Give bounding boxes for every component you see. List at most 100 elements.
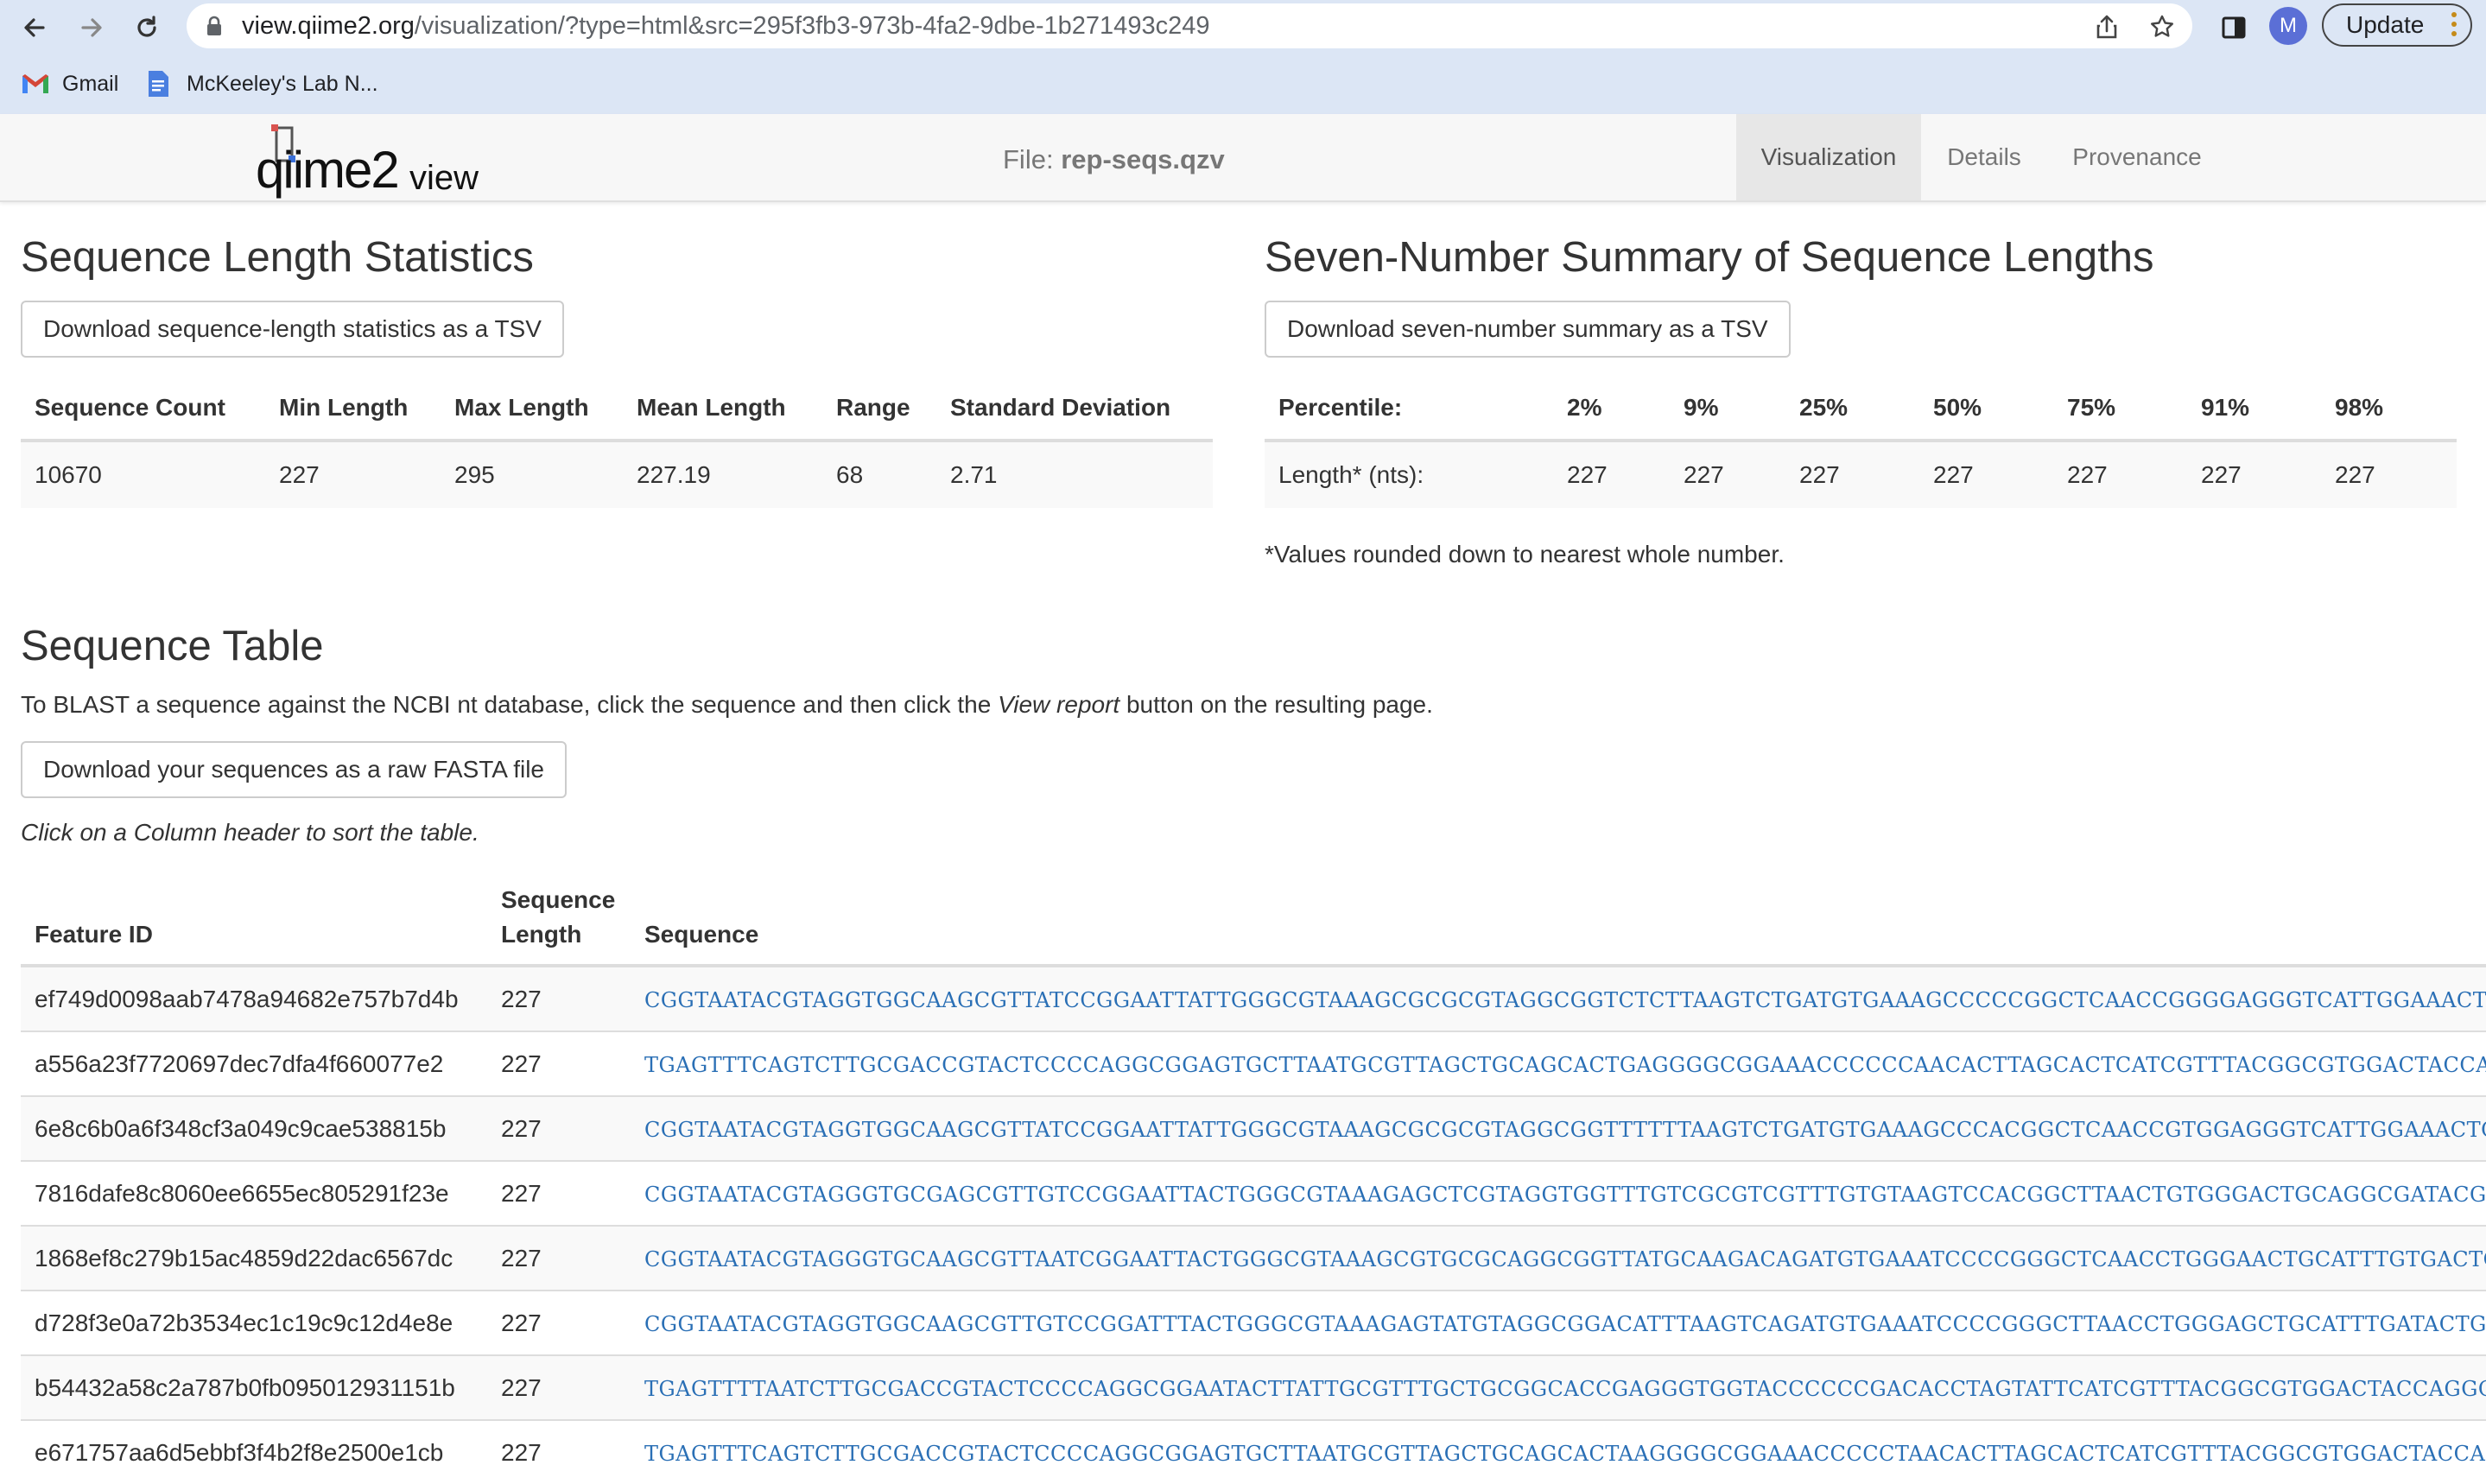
length-stats-value-row: 10670 227 295 227.19 68 2.71 <box>21 441 1213 508</box>
length-at-2: 227 <box>1553 441 1670 508</box>
bookmark-label: Gmail <box>62 71 119 96</box>
sequence-blast-link[interactable]: CGGTAATACGTAGGTGGCAAGCGTTATCCGGAATTATTGG… <box>644 1118 2486 1142</box>
length-stats-table: Sequence Count Min Length Max Length Mea… <box>21 377 1213 508</box>
header-max-length: Max Length <box>441 377 623 442</box>
bookmark-label: McKeeley's Lab N... <box>187 71 378 96</box>
sequence-cell: CGGTAATACGTAGGTGGCAAGCGTTATCCGGAATTATTGG… <box>631 1095 2486 1161</box>
percentile-25: 25% <box>1785 377 1919 442</box>
sequence-table-header-row: Feature ID Sequence Length Sequence <box>21 879 2486 967</box>
sequence-blast-link[interactable]: CGGTAATACGTAGGTGGCAAGCGTTGTCCGGATTTACTGG… <box>644 1312 2486 1336</box>
table-row: e671757aa6d5ebbf3f4b2f8e2500e1cb 227 TGA… <box>21 1419 2486 1484</box>
download-seven-number-button[interactable]: Download seven-number summary as a TSV <box>1265 301 1791 358</box>
download-fasta-button[interactable]: Download your sequences as a raw FASTA f… <box>21 741 568 798</box>
value-range: 68 <box>822 441 936 508</box>
header-sequence-count: Sequence Count <box>21 377 265 442</box>
feature-id-cell: ef749d0098aab7478a94682e757b7d4b <box>21 965 487 1031</box>
table-row: b54432a58c2a787b0fb095012931151b 227 TGA… <box>21 1354 2486 1420</box>
reload-icon <box>137 16 156 37</box>
kebab-menu-icon <box>2451 12 2457 41</box>
header-length-line1: Sequence <box>501 886 616 913</box>
length-row-label: Length* (nts): <box>1265 441 1553 508</box>
address-row: view.qiime2.org/visualization/?type=html… <box>0 0 2486 54</box>
sequence-cell: CGGTAATACGTAGGTGGCAAGCGTTATCCGGAATTATTGG… <box>631 965 2486 1031</box>
value-sequence-count: 10670 <box>21 441 265 508</box>
bookmark-lab-notebook[interactable]: McKeeley's Lab N... <box>147 62 378 105</box>
feature-id-cell: 6e8c6b0a6f348cf3a049c9cae538815b <box>21 1095 487 1161</box>
length-at-50: 227 <box>1919 441 2053 508</box>
bookmark-gmail[interactable]: Gmail <box>21 62 118 105</box>
seven-number-table: Percentile: 2% 9% 25% 50% 75% 91% 98% Le… <box>1265 377 2457 508</box>
reload-button[interactable] <box>130 10 164 45</box>
profile-avatar[interactable]: M <box>2269 7 2307 45</box>
percentile-75: 75% <box>2053 377 2187 442</box>
sequence-length-cell: 227 <box>487 1290 631 1355</box>
logo-subtext: view <box>409 159 479 197</box>
length-at-9: 227 <box>1670 441 1785 508</box>
share-button[interactable] <box>2092 12 2121 41</box>
sequence-length-cell: 227 <box>487 1225 631 1291</box>
blast-text-start: To BLAST a sequence against the NCBI nt … <box>21 691 999 718</box>
sequence-blast-link[interactable]: CGGTAATACGTAGGGTGCAAGCGTTAATCGGAATTACTGG… <box>644 1247 2486 1272</box>
header-range: Range <box>822 377 936 442</box>
percentile-91: 91% <box>2187 377 2321 442</box>
sequence-length-cell: 227 <box>487 965 631 1031</box>
blast-instructions: To BLAST a sequence against the NCBI nt … <box>21 691 1433 719</box>
percentile-9: 9% <box>1670 377 1785 442</box>
star-icon <box>2151 15 2173 37</box>
sequence-cell: CGGTAATACGTAGGGTGCGAGCGTTGTCCGGAATTACTGG… <box>631 1160 2486 1226</box>
sequence-cell: TGAGTTTTAATCTTGCGACCGTACTCCCCAGGCGGAATAC… <box>631 1354 2486 1420</box>
table-row: 1868ef8c279b15ac4859d22dac6567dc 227 CGG… <box>21 1225 2486 1291</box>
value-max-length: 295 <box>441 441 623 508</box>
bookmark-star-button[interactable] <box>2147 12 2177 41</box>
rounding-footnote: *Values rounded down to nearest whole nu… <box>1265 541 1785 568</box>
sequence-blast-link[interactable]: TGAGTTTCAGTCTTGCGACCGTACTCCCCAGGCGGAGTGC… <box>644 1053 2486 1077</box>
tab-provenance[interactable]: Provenance <box>2047 114 2227 200</box>
blast-text-view-report: View report <box>998 691 1120 718</box>
feature-id-cell: 1868ef8c279b15ac4859d22dac6567dc <box>21 1225 487 1291</box>
google-docs-icon <box>149 71 168 97</box>
table-row: 6e8c6b0a6f348cf3a049c9cae538815b 227 CGG… <box>21 1095 2486 1161</box>
side-panel-button[interactable] <box>2216 10 2251 45</box>
header-standard-deviation: Standard Deviation <box>936 377 1213 442</box>
address-bar[interactable]: view.qiime2.org/visualization/?type=html… <box>187 3 2192 48</box>
update-button[interactable]: Update <box>2322 3 2472 47</box>
table-row: a556a23f7720697dec7dfa4f660077e2 227 TGA… <box>21 1031 2486 1096</box>
tab-visualization[interactable]: Visualization <box>1736 114 1921 200</box>
value-standard-deviation: 2.71 <box>936 441 1213 508</box>
forward-button[interactable] <box>74 10 109 45</box>
header-sequence[interactable]: Sequence <box>631 879 2486 967</box>
percentile-98: 98% <box>2321 377 2457 442</box>
share-icon <box>2096 15 2117 39</box>
sequence-table-title: Sequence Table <box>21 623 324 669</box>
sequence-blast-link[interactable]: TGAGTTTTAATCTTGCGACCGTACTCCCCAGGCGGAATAC… <box>644 1377 2486 1401</box>
sequence-blast-link[interactable]: TGAGTTTCAGTCTTGCGACCGTACTCCCCAGGCGGAGTGC… <box>644 1442 2486 1466</box>
table-row: d728f3e0a72b3534ec1c19c9c12d4e8e 227 CGG… <box>21 1290 2486 1355</box>
length-at-98: 227 <box>2321 441 2457 508</box>
feature-id-cell: e671757aa6d5ebbf3f4b2f8e2500e1cb <box>21 1419 487 1484</box>
sort-hint: Click on a Column header to sort the tab… <box>21 819 479 846</box>
download-length-stats-button[interactable]: Download sequence-length statistics as a… <box>21 301 564 358</box>
back-button[interactable] <box>17 10 52 45</box>
site-header: qiime2 view File: rep-seqs.qzv Visualiza… <box>0 114 2486 202</box>
sequence-blast-link[interactable]: CGGTAATACGTAGGTGGCAAGCGTTATCCGGAATTATTGG… <box>644 988 2486 1012</box>
tab-details[interactable]: Details <box>1921 114 2047 200</box>
arrow-left-icon <box>24 18 45 37</box>
feature-id-cell: b54432a58c2a787b0fb095012931151b <box>21 1354 487 1420</box>
sequence-length-cell: 227 <box>487 1354 631 1420</box>
sequence-cell: CGGTAATACGTAGGTGGCAAGCGTTGTCCGGATTTACTGG… <box>631 1290 2486 1355</box>
sequence-length-cell: 227 <box>487 1031 631 1096</box>
length-stats-title: Sequence Length Statistics <box>21 234 534 281</box>
header-feature-id[interactable]: Feature ID <box>21 879 487 967</box>
sequence-cell: TGAGTTTCAGTCTTGCGACCGTACTCCCCAGGCGGAGTGC… <box>631 1031 2486 1096</box>
header-length-line2: Length <box>501 921 582 948</box>
feature-id-cell: d728f3e0a72b3534ec1c19c9c12d4e8e <box>21 1290 487 1355</box>
header-sequence-length[interactable]: Sequence Length <box>487 879 631 967</box>
table-row: 7816dafe8c8060ee6655ec805291f23e 227 CGG… <box>21 1160 2486 1226</box>
sequence-blast-link[interactable]: CGGTAATACGTAGGGTGCGAGCGTTGTCCGGAATTACTGG… <box>644 1183 2486 1207</box>
sequence-cell: TGAGTTTCAGTCTTGCGACCGTACTCCCCAGGCGGAGTGC… <box>631 1419 2486 1484</box>
value-min-length: 227 <box>265 441 441 508</box>
sequence-table: Feature ID Sequence Length Sequence ef749… <box>21 879 2486 1484</box>
side-panel-icon <box>2222 16 2246 39</box>
sequence-cell: CGGTAATACGTAGGGTGCAAGCGTTAATCGGAATTACTGG… <box>631 1225 2486 1291</box>
percentile-header-row: Percentile: 2% 9% 25% 50% 75% 91% 98% <box>1265 377 2457 442</box>
